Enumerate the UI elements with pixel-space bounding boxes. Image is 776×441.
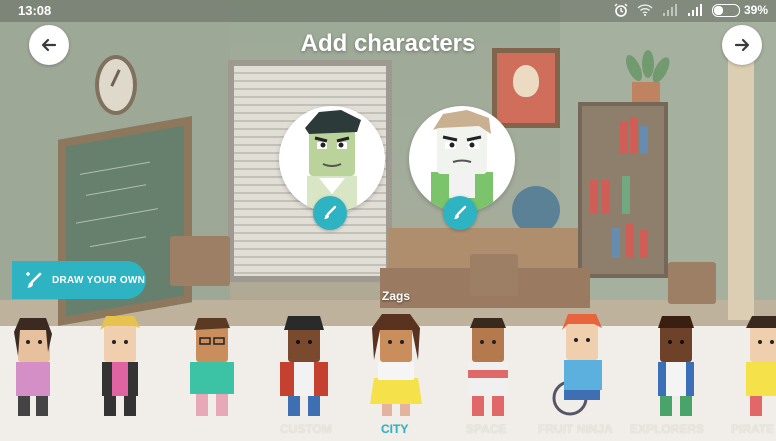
next-button[interactable] [722,25,762,65]
signal-icon [662,4,678,16]
draw-your-own-label: DRAW YOUR OWN [52,274,146,286]
wifi-icon [637,4,653,16]
character-option[interactable] [550,312,614,422]
status-bar: 13:08 39% [0,0,776,22]
arrow-right-icon [734,38,750,52]
tab-custom[interactable]: CUSTOM [280,422,332,436]
status-time: 13:08 [18,3,52,18]
edit-character-button[interactable] [313,196,347,230]
draw-your-own-button[interactable]: DRAW YOUR OWN [12,261,146,299]
character-name-label: Zags [381,289,410,303]
page-title: Add characters [300,30,476,57]
category-tabs: CUSTOM CITY SPACE FRUIT NINJA EXPLORERS … [0,422,776,440]
tab-explorers[interactable]: EXPLORERS [630,422,704,436]
character-option[interactable] [272,312,336,422]
alarm-icon [614,3,628,17]
character-option[interactable] [364,312,428,422]
signal-icon [687,4,703,16]
brush-icon [454,205,467,219]
tab-city[interactable]: CITY [381,422,408,436]
character-option[interactable] [6,312,70,422]
character-option[interactable] [180,312,244,422]
tab-fruit-ninja[interactable]: FRUIT NINJA [538,422,613,436]
edit-character-button[interactable] [443,196,477,230]
character-option[interactable] [88,312,152,422]
battery-percent: 39% [743,3,768,17]
tab-pirate[interactable]: PIRATE [731,422,774,436]
character-option[interactable] [456,312,520,422]
brush-icon [324,205,337,219]
tab-space[interactable]: SPACE [466,422,506,436]
brush-sparkle-icon [26,272,42,288]
battery-icon: 39% [711,3,768,17]
character-option[interactable] [644,312,708,422]
character-option[interactable] [736,312,776,422]
